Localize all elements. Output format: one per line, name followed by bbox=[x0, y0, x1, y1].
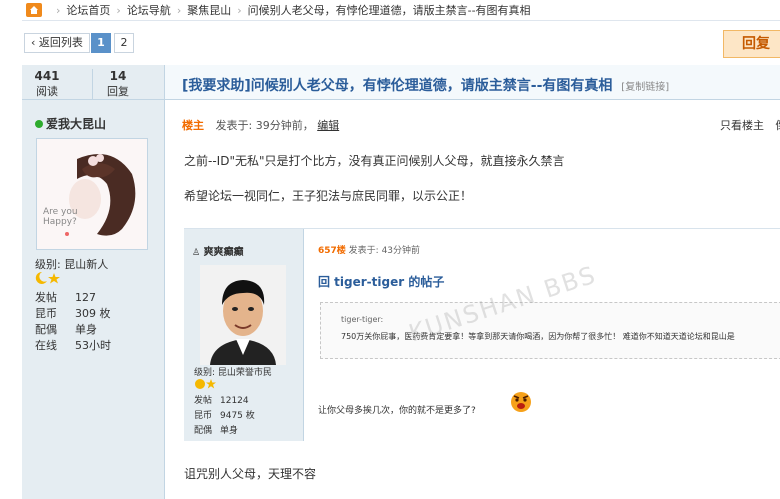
copy-link-button[interactable]: [复制链接] bbox=[621, 82, 669, 93]
breadcrumb-current-thread[interactable]: 问候别人老父母，有悖伦理道德，请版主禁言--有图有真相 bbox=[248, 2, 531, 18]
embedded-avatar-image bbox=[200, 265, 286, 365]
thread-title-bar: [我要求助]问候别人老父母，有悖伦理道德，请版主禁言--有图有真相 [复制链接] bbox=[165, 65, 780, 100]
chevron-right-icon: › bbox=[56, 3, 61, 17]
embedded-reply-line: 让你父母多挨几次，你的就不是更多了? bbox=[318, 406, 476, 416]
quote-author: tiger-tiger: bbox=[341, 315, 384, 324]
author-info: 发帖 127 昆币 309 枚 配偶 单身 在线 53小时 bbox=[35, 290, 111, 354]
author-level: 级别: 昆山新人 bbox=[35, 258, 109, 271]
author-avatar[interactable]: Are you Happy? bbox=[36, 138, 148, 250]
moon-star-icon bbox=[35, 271, 60, 284]
breadcrumb-forum-home[interactable]: 论坛首页 bbox=[66, 2, 110, 18]
embedded-level-icons bbox=[194, 378, 218, 393]
angry-emoji-icon bbox=[510, 391, 532, 416]
reverse-order-link[interactable]: 倒 bbox=[776, 119, 780, 132]
chevron-right-icon: › bbox=[176, 3, 182, 17]
level-badge-icons bbox=[35, 271, 61, 288]
quote-text: 750万关你屁事，医药费肯定要拿！等拿到那天请你喝酒，因为你帮了很多忙！ 难道你… bbox=[341, 332, 735, 341]
chevron-right-icon: › bbox=[116, 3, 121, 17]
info-row-online: 在线 53小时 bbox=[35, 339, 111, 352]
breadcrumb-section[interactable]: 聚焦昆山 bbox=[187, 2, 231, 18]
embedded-quote: tiger-tiger: 750万关你屁事，医药费肯定要拿！等拿到那天请你喝酒，… bbox=[320, 302, 780, 359]
embedded-reply-title: 回 tiger-tiger 的帖子 bbox=[318, 275, 445, 289]
post-time: 发表于: 39分钟前， bbox=[215, 119, 314, 132]
post-paragraph-1: 之前--ID"无私"只是打个比方，没有真正问候别人父母，就直接永久禁言 bbox=[184, 154, 565, 168]
edit-link[interactable]: 编辑 bbox=[317, 119, 339, 132]
back-to-list-button[interactable]: ‹ 返回列表 bbox=[24, 33, 90, 53]
avatar-caption: Are you Happy? bbox=[43, 207, 78, 227]
embedded-author-sidebar: ♙ 爽爽癫癫 级别: 昆山荣誉市民 发帖 12124 昆币 9475 枚 配偶 … bbox=[184, 229, 304, 441]
post-paragraph-2: 希望论坛一视同仁，王子犯法与庶民同罪，以示公正！ bbox=[184, 189, 473, 203]
replies-stat: 14 回复 bbox=[92, 69, 143, 99]
embedded-post-meta: 657楼 发表于: 43分钟前 bbox=[318, 243, 420, 256]
thread-title-text: [我要求助]问候别人老父母，有悖伦理道德，请版主禁言--有图有真相 bbox=[182, 78, 613, 94]
breadcrumb-forum-nav[interactable]: 论坛导航 bbox=[127, 2, 171, 18]
sun-star-icon bbox=[195, 379, 216, 389]
avatar-image bbox=[37, 139, 147, 249]
chevron-right-icon: › bbox=[237, 3, 242, 17]
author-sidebar: 441 阅读 14 回复 爱我大昆山 Are you Happy? 级别: 昆山… bbox=[22, 65, 165, 499]
op-badge: 楼主 bbox=[182, 119, 204, 132]
reply-button[interactable]: 回复 bbox=[723, 30, 780, 58]
views-count: 441 bbox=[34, 69, 60, 83]
online-status-icon bbox=[35, 119, 43, 128]
info-row-spouse: 配偶 单身 bbox=[35, 323, 97, 336]
pager-bar: ‹ 返回列表 1 2 回复 bbox=[22, 30, 780, 58]
page-2-button[interactable]: 2 bbox=[114, 33, 134, 53]
embedded-floor: 657楼 bbox=[318, 246, 346, 256]
page-1-button[interactable]: 1 bbox=[91, 33, 111, 53]
embedded-time: 发表于: 43分钟前 bbox=[348, 246, 421, 256]
thread-title: [我要求助]问候别人老父母，有悖伦理道德，请版主禁言--有图有真相 [复制链接] bbox=[182, 75, 669, 95]
breadcrumb: › 论坛首页 › 论坛导航 › 聚焦昆山 › 问候别人老父母，有悖伦理道德，请版… bbox=[22, 0, 780, 21]
replies-label: 回复 bbox=[107, 85, 129, 98]
info-row-coins: 昆币 309 枚 bbox=[35, 307, 111, 320]
author-name-link[interactable]: 爱我大昆山 bbox=[46, 115, 106, 132]
user-icon: ♙ bbox=[192, 248, 201, 258]
info-row-posts: 发帖 127 bbox=[35, 291, 96, 304]
views-label: 阅读 bbox=[36, 85, 58, 98]
replies-count: 14 bbox=[109, 69, 127, 83]
embedded-level: 级别: 昆山荣誉市民 bbox=[194, 368, 272, 378]
embedded-author-name: ♙ 爽爽癫癫 bbox=[192, 247, 244, 258]
views-stat: 441 阅读 bbox=[22, 69, 72, 99]
embedded-screenshot: ♙ 爽爽癫癫 级别: 昆山荣誉市民 发帖 12124 昆币 9475 枚 配偶 … bbox=[184, 228, 780, 441]
only-op-link[interactable]: 只看楼主 bbox=[720, 119, 764, 132]
thread-stats: 441 阅读 14 回复 bbox=[22, 65, 164, 100]
post-paragraph-3: 诅咒别人父母，天理不容 bbox=[184, 467, 317, 481]
post-tools: 只看楼主 倒 bbox=[720, 117, 780, 133]
embedded-author-info: 发帖 12124 昆币 9475 枚 配偶 单身 bbox=[194, 396, 255, 436]
home-icon[interactable] bbox=[26, 3, 42, 17]
embedded-avatar bbox=[200, 265, 286, 365]
post-meta: 楼主 发表于: 39分钟前， 编辑 bbox=[182, 117, 339, 133]
author-name-row: 爱我大昆山 bbox=[35, 115, 106, 132]
